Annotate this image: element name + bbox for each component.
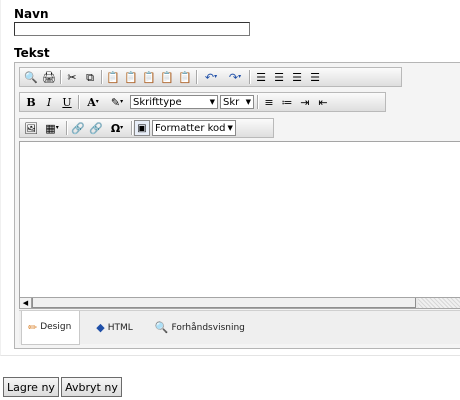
code-brackets-icon: ◆ [96,321,105,334]
align-center-icon[interactable]: ☰ [270,68,288,86]
link-icon[interactable]: 🔗 [69,119,87,137]
underline-icon[interactable]: U [58,93,76,111]
cancel-button[interactable]: Avbryt ny [61,377,122,397]
cut-icon[interactable]: ✂ [63,68,81,86]
form-panel: Navn Tekst 🔍 🖨 ✂ ⧉ 📋 📋 📋 📋 📋 ↶ ▾ ↷ ▾ ☰ ☰ ☰… [0,0,460,356]
toolbar-separator [101,70,102,84]
chevron-down-icon: ▼ [227,124,233,132]
navn-label: Navn [14,7,49,21]
font-size-select[interactable]: Skr ▼ [220,95,254,109]
tekst-label: Tekst [14,46,50,60]
toolbar-separator [78,95,79,109]
font-family-value: Skrifttype [133,96,182,108]
paste-from-word-icon[interactable]: 📋 [122,68,140,86]
format-code-icon[interactable]: ▣ [134,120,150,136]
italic-icon[interactable]: I [40,93,58,111]
format-code-dropdown[interactable]: Formatter kod ▼ [152,120,236,136]
toolbar-row-1: 🔍 🖨 ✂ ⧉ 📋 📋 📋 📋 📋 ↶ ▾ ↷ ▾ ☰ ☰ ☰ ☰ [19,67,402,87]
format-code-label: Formatter kod [155,122,226,134]
paste-as-text-icon[interactable]: 📋 [176,68,194,86]
undo-icon[interactable]: ↶ ▾ [199,68,223,86]
align-right-icon[interactable]: ☰ [288,68,306,86]
toolbar-separator [60,70,61,84]
tab-preview-label: Forhåndsvisning [171,322,245,333]
editor-content-area[interactable] [19,141,460,298]
toolbar-separator [196,70,197,84]
navn-input[interactable] [14,22,250,36]
tab-preview[interactable]: 🔍 Forhåndsvisning [155,321,245,334]
save-button[interactable]: Lagre ny [3,377,59,397]
align-left-icon[interactable]: ☰ [252,68,270,86]
paste-html-icon[interactable]: 📋 [158,68,176,86]
toolbar-separator [66,121,67,135]
unlink-icon[interactable]: 🔗 [87,119,105,137]
find-replace-icon[interactable]: 🔍 [22,68,40,86]
scrollbar-thumb[interactable] [32,298,416,308]
tab-html-label: HTML [107,322,133,333]
special-character-icon[interactable]: Ω ▾ [105,119,129,137]
chevron-down-icon: ▼ [209,98,215,106]
tab-design-label: Design [40,322,72,332]
scroll-left-icon[interactable]: ◀ [20,298,32,308]
tab-design[interactable]: ✏ Design [21,310,81,345]
editor-mode-tabs: ✏ Design ◆ HTML 🔍 Forhåndsvisning [19,310,460,345]
font-color-icon[interactable]: A ▾ [81,93,105,111]
redo-icon[interactable]: ↷ ▾ [223,68,247,86]
scrollbar-track[interactable] [418,298,460,308]
rich-text-editor: 🔍 🖨 ✂ ⧉ 📋 📋 📋 📋 📋 ↶▾ ↷▾ ☰ ☰ ☰ ☰ B I U [14,62,460,349]
print-icon[interactable]: 🖨 [40,68,58,86]
font-family-select[interactable]: Skrifttype ▼ [130,95,218,109]
toolbar-separator [249,70,250,84]
pencil-icon: ✏ [28,320,38,334]
toolbar-separator [257,95,258,109]
table-icon[interactable]: ▦ ▾ [40,119,64,137]
toolbar-row-2: B I U A ▾ ✎ ▾ Skrifttype ▼ Skr ▼ ≡ ≔ ⇥ ⇤ [19,92,386,112]
paste-plain-icon[interactable]: 📋 [140,68,158,86]
bulleted-list-icon[interactable]: ≔ [278,93,296,111]
numbered-list-icon[interactable]: ≡ [260,93,278,111]
image-icon[interactable]: 🖼 [22,119,40,137]
highlight-color-icon[interactable]: ✎ ▾ [105,93,129,111]
toolbar-separator [131,121,132,135]
tab-html[interactable]: ◆ HTML [96,321,133,334]
chevron-down-icon: ▼ [245,98,251,106]
outdent-icon[interactable]: ⇤ [314,93,332,111]
indent-icon[interactable]: ⇥ [296,93,314,111]
copy-icon[interactable]: ⧉ [81,68,99,86]
bold-icon[interactable]: B [22,93,40,111]
toolbar-row-3: 🖼 ▦ ▾ 🔗 🔗 Ω ▾ ▣ Formatter kod ▼ [19,118,274,138]
paste-icon[interactable]: 📋 [104,68,122,86]
justify-icon[interactable]: ☰ [306,68,324,86]
magnifier-icon: 🔍 [154,321,169,334]
font-size-value: Skr [223,96,240,108]
horizontal-scrollbar[interactable]: ◀ [19,298,460,309]
